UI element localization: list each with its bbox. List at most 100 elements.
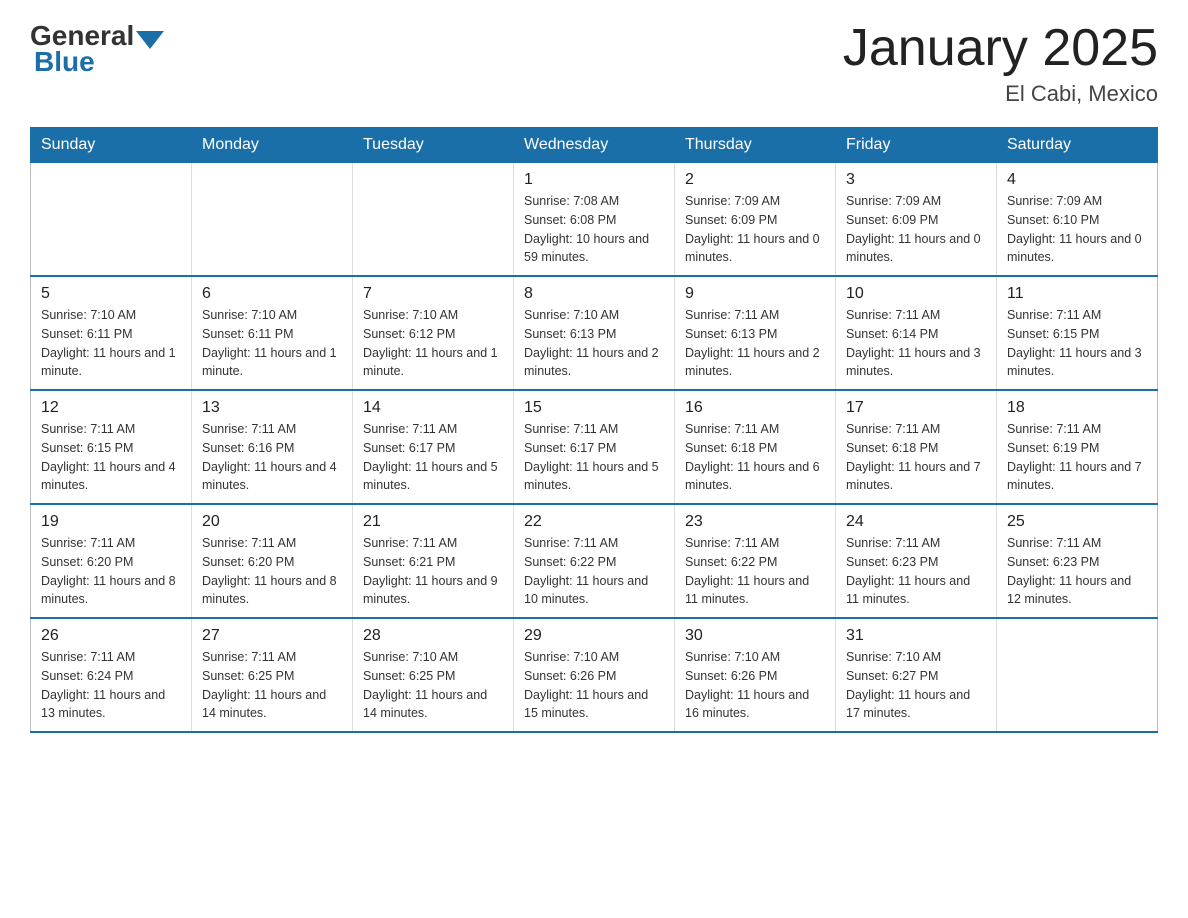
month-title: January 2025 bbox=[843, 20, 1158, 77]
header-saturday: Saturday bbox=[997, 128, 1158, 163]
day-cell: 10Sunrise: 7:11 AM Sunset: 6:14 PM Dayli… bbox=[836, 276, 997, 390]
day-info: Sunrise: 7:11 AM Sunset: 6:13 PM Dayligh… bbox=[685, 306, 825, 381]
header-monday: Monday bbox=[192, 128, 353, 163]
day-cell: 19 Sunrise: 7:11 AM Sunset: 6:20 PM Dayli… bbox=[31, 504, 192, 618]
day-cell: 12 Sunrise: 7:11 AM Sunset: 6:15 PM Dayli… bbox=[31, 390, 192, 504]
day-number: 14 bbox=[363, 399, 503, 417]
day-info: Sunrise: 7:11 AM Sunset: 6:23 PM Dayligh… bbox=[1007, 534, 1147, 609]
day-info: Sunrise: 7:09 AM Sunset: 6:09 PM Dayligh… bbox=[685, 192, 825, 267]
day-cell bbox=[997, 618, 1158, 732]
title-area: January 2025 El Cabi, Mexico bbox=[843, 20, 1158, 107]
day-number: 24 bbox=[846, 513, 986, 531]
day-info: Sunrise: 7:11 AM Sunset: 6:18 PM Dayligh… bbox=[685, 420, 825, 495]
calendar-header: SundayMondayTuesdayWednesdayThursdayFrid… bbox=[31, 128, 1158, 163]
calendar-body: 1Sunrise: 7:08 AM Sunset: 6:08 PM Daylig… bbox=[31, 163, 1158, 733]
location-text: El Cabi, Mexico bbox=[843, 81, 1158, 107]
day-cell: 15Sunrise: 7:11 AM Sunset: 6:17 PM Dayli… bbox=[514, 390, 675, 504]
day-info: Sunrise: 7:11 AM Sunset: 6:20 PM Dayligh… bbox=[41, 534, 181, 609]
day-number: 23 bbox=[685, 513, 825, 531]
day-number: 25 bbox=[1007, 513, 1147, 531]
day-info: Sunrise: 7:11 AM Sunset: 6:19 PM Dayligh… bbox=[1007, 420, 1147, 495]
day-info: Sunrise: 7:11 AM Sunset: 6:15 PM Dayligh… bbox=[41, 420, 181, 495]
day-info: Sunrise: 7:10 AM Sunset: 6:13 PM Dayligh… bbox=[524, 306, 664, 381]
week-row-1: 1Sunrise: 7:08 AM Sunset: 6:08 PM Daylig… bbox=[31, 163, 1158, 277]
day-cell: 23Sunrise: 7:11 AM Sunset: 6:22 PM Dayli… bbox=[675, 504, 836, 618]
page-header: General Blue January 2025 El Cabi, Mexic… bbox=[30, 20, 1158, 107]
day-cell: 9Sunrise: 7:11 AM Sunset: 6:13 PM Daylig… bbox=[675, 276, 836, 390]
logo-arrow-icon bbox=[136, 31, 164, 49]
day-info: Sunrise: 7:08 AM Sunset: 6:08 PM Dayligh… bbox=[524, 192, 664, 267]
day-cell: 13Sunrise: 7:11 AM Sunset: 6:16 PM Dayli… bbox=[192, 390, 353, 504]
day-info: Sunrise: 7:11 AM Sunset: 6:18 PM Dayligh… bbox=[846, 420, 986, 495]
day-number: 19 bbox=[41, 513, 181, 531]
day-info: Sunrise: 7:11 AM Sunset: 6:24 PM Dayligh… bbox=[41, 648, 181, 723]
day-cell: 18 Sunrise: 7:11 AM Sunset: 6:19 PM Dayli… bbox=[997, 390, 1158, 504]
week-row-5: 26 Sunrise: 7:11 AM Sunset: 6:24 PM Dayli… bbox=[31, 618, 1158, 732]
header-wednesday: Wednesday bbox=[514, 128, 675, 163]
day-number: 3 bbox=[846, 171, 986, 189]
day-info: Sunrise: 7:11 AM Sunset: 6:17 PM Dayligh… bbox=[363, 420, 503, 495]
day-cell: 16 Sunrise: 7:11 AM Sunset: 6:18 PM Dayli… bbox=[675, 390, 836, 504]
day-number: 4 bbox=[1007, 171, 1147, 189]
day-number: 26 bbox=[41, 627, 181, 645]
header-tuesday: Tuesday bbox=[353, 128, 514, 163]
day-number: 12 bbox=[41, 399, 181, 417]
day-number: 21 bbox=[363, 513, 503, 531]
day-number: 8 bbox=[524, 285, 664, 303]
day-info: Sunrise: 7:11 AM Sunset: 6:16 PM Dayligh… bbox=[202, 420, 342, 495]
day-cell: 27 Sunrise: 7:11 AM Sunset: 6:25 PM Dayli… bbox=[192, 618, 353, 732]
day-cell: 1Sunrise: 7:08 AM Sunset: 6:08 PM Daylig… bbox=[514, 163, 675, 277]
day-cell: 22 Sunrise: 7:11 AM Sunset: 6:22 PM Dayli… bbox=[514, 504, 675, 618]
day-cell: 14 Sunrise: 7:11 AM Sunset: 6:17 PM Dayli… bbox=[353, 390, 514, 504]
day-info: Sunrise: 7:10 AM Sunset: 6:26 PM Dayligh… bbox=[685, 648, 825, 723]
day-cell: 31 Sunrise: 7:10 AM Sunset: 6:27 PM Dayli… bbox=[836, 618, 997, 732]
day-number: 17 bbox=[846, 399, 986, 417]
day-cell: 25 Sunrise: 7:11 AM Sunset: 6:23 PM Dayli… bbox=[997, 504, 1158, 618]
day-cell: 17 Sunrise: 7:11 AM Sunset: 6:18 PM Dayli… bbox=[836, 390, 997, 504]
day-info: Sunrise: 7:09 AM Sunset: 6:09 PM Dayligh… bbox=[846, 192, 986, 267]
day-cell: 6Sunrise: 7:10 AM Sunset: 6:11 PM Daylig… bbox=[192, 276, 353, 390]
header-thursday: Thursday bbox=[675, 128, 836, 163]
day-cell: 30Sunrise: 7:10 AM Sunset: 6:26 PM Dayli… bbox=[675, 618, 836, 732]
day-number: 6 bbox=[202, 285, 342, 303]
day-number: 22 bbox=[524, 513, 664, 531]
day-cell: 20Sunrise: 7:11 AM Sunset: 6:20 PM Dayli… bbox=[192, 504, 353, 618]
day-number: 2 bbox=[685, 171, 825, 189]
day-info: Sunrise: 7:11 AM Sunset: 6:25 PM Dayligh… bbox=[202, 648, 342, 723]
day-info: Sunrise: 7:11 AM Sunset: 6:21 PM Dayligh… bbox=[363, 534, 503, 609]
week-row-2: 5Sunrise: 7:10 AM Sunset: 6:11 PM Daylig… bbox=[31, 276, 1158, 390]
day-info: Sunrise: 7:11 AM Sunset: 6:22 PM Dayligh… bbox=[524, 534, 664, 609]
logo: General Blue bbox=[30, 20, 166, 78]
day-number: 31 bbox=[846, 627, 986, 645]
header-friday: Friday bbox=[836, 128, 997, 163]
day-info: Sunrise: 7:09 AM Sunset: 6:10 PM Dayligh… bbox=[1007, 192, 1147, 267]
day-cell: 29Sunrise: 7:10 AM Sunset: 6:26 PM Dayli… bbox=[514, 618, 675, 732]
day-cell bbox=[31, 163, 192, 277]
day-cell: 26 Sunrise: 7:11 AM Sunset: 6:24 PM Dayli… bbox=[31, 618, 192, 732]
day-info: Sunrise: 7:11 AM Sunset: 6:14 PM Dayligh… bbox=[846, 306, 986, 381]
day-number: 7 bbox=[363, 285, 503, 303]
week-row-3: 12 Sunrise: 7:11 AM Sunset: 6:15 PM Dayli… bbox=[31, 390, 1158, 504]
day-number: 29 bbox=[524, 627, 664, 645]
calendar-table: SundayMondayTuesdayWednesdayThursdayFrid… bbox=[30, 127, 1158, 733]
day-info: Sunrise: 7:10 AM Sunset: 6:25 PM Dayligh… bbox=[363, 648, 503, 723]
day-number: 27 bbox=[202, 627, 342, 645]
day-info: Sunrise: 7:11 AM Sunset: 6:15 PM Dayligh… bbox=[1007, 306, 1147, 381]
day-cell: 2 Sunrise: 7:09 AM Sunset: 6:09 PM Daylig… bbox=[675, 163, 836, 277]
day-cell: 11Sunrise: 7:11 AM Sunset: 6:15 PM Dayli… bbox=[997, 276, 1158, 390]
day-number: 16 bbox=[685, 399, 825, 417]
day-info: Sunrise: 7:11 AM Sunset: 6:23 PM Dayligh… bbox=[846, 534, 986, 609]
day-cell: 4 Sunrise: 7:09 AM Sunset: 6:10 PM Daylig… bbox=[997, 163, 1158, 277]
day-cell: 28Sunrise: 7:10 AM Sunset: 6:25 PM Dayli… bbox=[353, 618, 514, 732]
header-sunday: Sunday bbox=[31, 128, 192, 163]
day-number: 18 bbox=[1007, 399, 1147, 417]
week-row-4: 19 Sunrise: 7:11 AM Sunset: 6:20 PM Dayli… bbox=[31, 504, 1158, 618]
day-info: Sunrise: 7:10 AM Sunset: 6:27 PM Dayligh… bbox=[846, 648, 986, 723]
days-of-week-row: SundayMondayTuesdayWednesdayThursdayFrid… bbox=[31, 128, 1158, 163]
day-cell: 7Sunrise: 7:10 AM Sunset: 6:12 PM Daylig… bbox=[353, 276, 514, 390]
day-number: 20 bbox=[202, 513, 342, 531]
logo-blue-text: Blue bbox=[34, 46, 95, 78]
day-cell: 5Sunrise: 7:10 AM Sunset: 6:11 PM Daylig… bbox=[31, 276, 192, 390]
day-info: Sunrise: 7:11 AM Sunset: 6:17 PM Dayligh… bbox=[524, 420, 664, 495]
day-cell: 3 Sunrise: 7:09 AM Sunset: 6:09 PM Daylig… bbox=[836, 163, 997, 277]
